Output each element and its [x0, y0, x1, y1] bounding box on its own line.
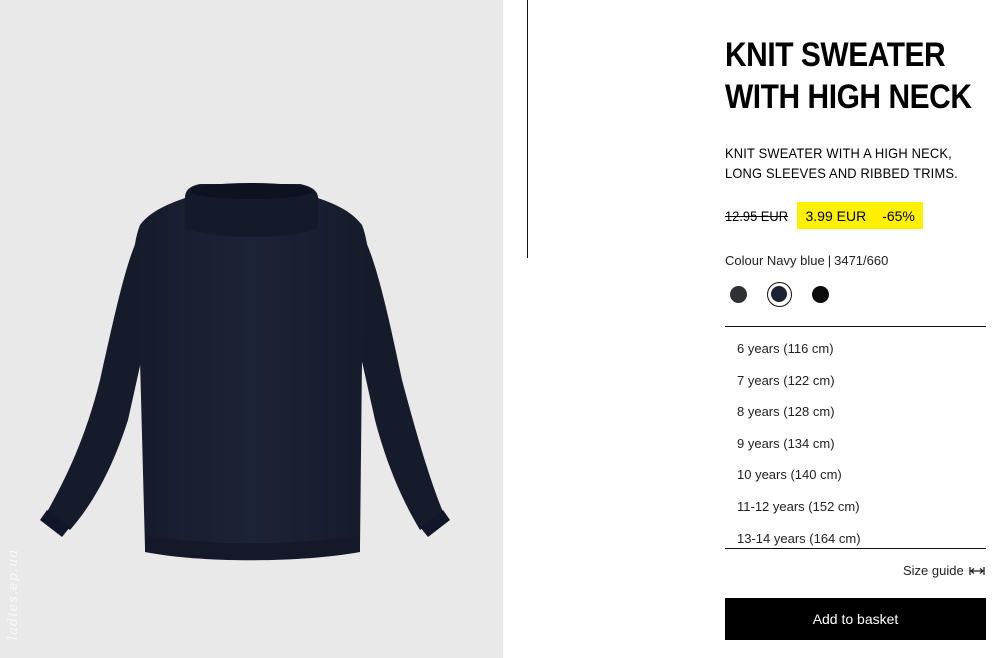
- size-option[interactable]: 11-12 years (152 cm): [725, 491, 986, 523]
- size-option[interactable]: 6 years (116 cm): [725, 333, 986, 365]
- colour-label: Colour Navy blue: [725, 253, 825, 268]
- separator: |: [827, 253, 832, 268]
- ruler-icon: [969, 566, 985, 576]
- price-row: 12.95 EUR 3.99 EUR -65%: [725, 202, 923, 229]
- size-guide-link[interactable]: Size guide: [903, 563, 985, 578]
- size-option[interactable]: 10 years (140 cm): [725, 459, 986, 491]
- sale-price-badge: 3.99 EUR -65%: [797, 202, 923, 229]
- colour-info: Colour Navy blue | 3471/660: [725, 253, 888, 268]
- product-title: KNIT SWEATER WITH HIGH NECK: [725, 34, 972, 118]
- discount-badge: -65%: [882, 207, 915, 224]
- size-list: 6 years (116 cm) 7 years (122 cm) 8 year…: [725, 326, 986, 549]
- size-option[interactable]: 8 years (128 cm): [725, 396, 986, 428]
- product-description: KNIT SWEATER WITH A HIGH NECK, LONG SLEE…: [725, 143, 983, 183]
- sweater-illustration: [40, 183, 450, 561]
- colour-swatch-navy-blue[interactable]: [767, 282, 792, 307]
- swatch-fill: [771, 286, 787, 302]
- colour-swatch-dark-grey[interactable]: [730, 286, 747, 303]
- current-price: 3.99 EUR: [805, 207, 867, 224]
- product-title-line-2: WITH HIGH NECK: [725, 78, 972, 116]
- description-line-2: LONG SLEEVES AND RIBBED TRIMS.: [725, 165, 958, 181]
- watermark-text: ladies.ep.ua: [6, 548, 21, 640]
- size-guide-label: Size guide: [903, 563, 964, 578]
- product-ref: 3471/660: [834, 253, 889, 268]
- colour-swatch-black[interactable]: [812, 286, 829, 303]
- product-image: ladies.ep.ua: [0, 0, 503, 658]
- size-option[interactable]: 7 years (122 cm): [725, 365, 986, 397]
- add-to-basket-button[interactable]: Add to basket: [725, 598, 986, 640]
- description-line-1: KNIT SWEATER WITH A HIGH NECK,: [725, 145, 952, 161]
- product-title-line-1: KNIT SWEATER: [725, 36, 946, 74]
- old-price: 12.95 EUR: [725, 207, 789, 224]
- size-option[interactable]: 13-14 years (164 cm): [725, 523, 986, 555]
- divider: [527, 0, 528, 258]
- size-option[interactable]: 9 years (134 cm): [725, 428, 986, 460]
